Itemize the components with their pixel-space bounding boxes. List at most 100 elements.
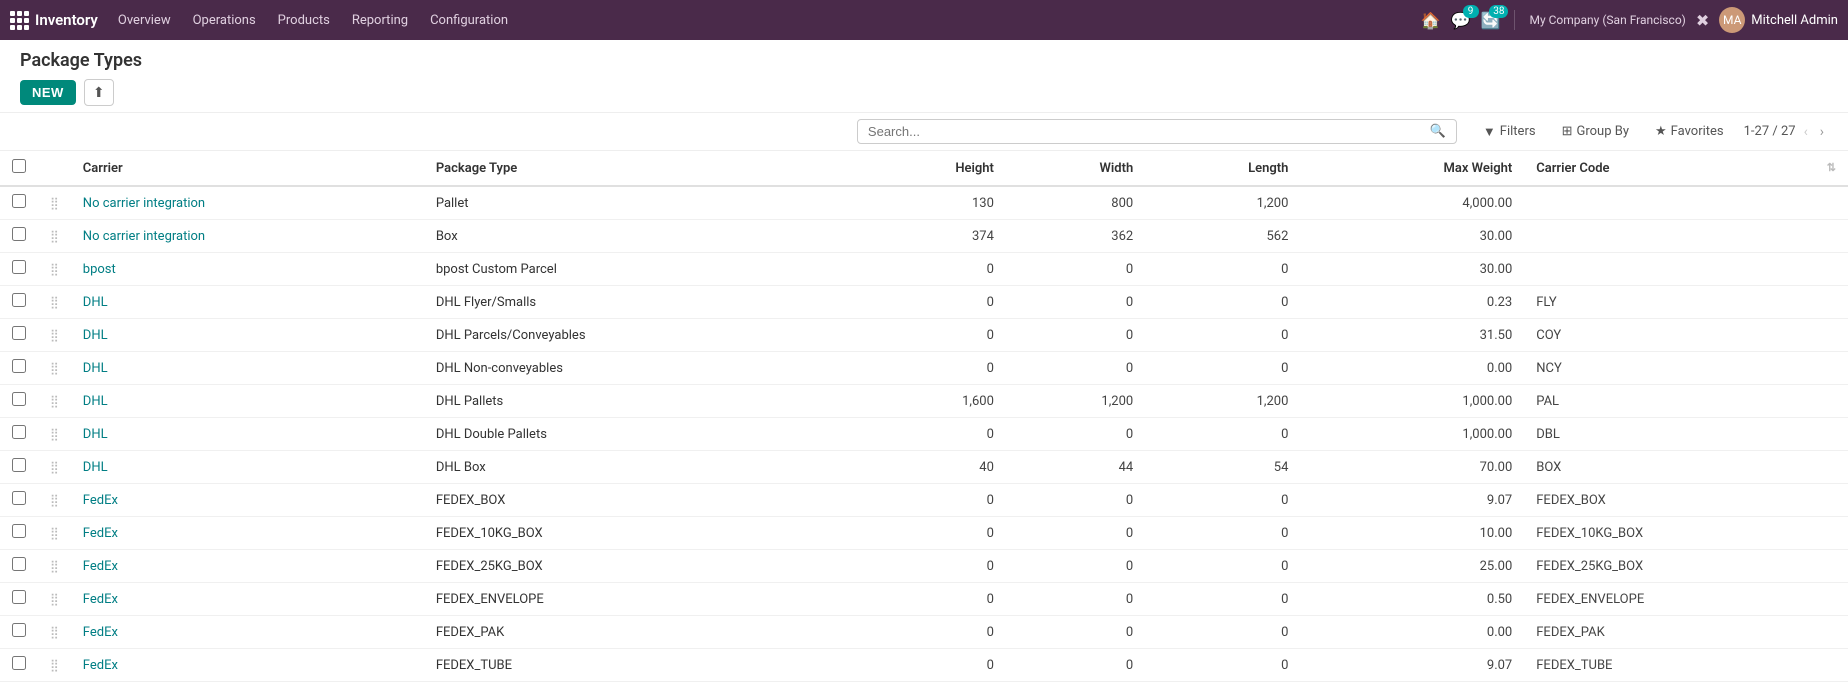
row-checkbox[interactable] bbox=[12, 227, 26, 241]
drag-handle-cell[interactable]: ⣿ bbox=[38, 220, 71, 253]
row-package-type[interactable]: DHL Pallets bbox=[424, 385, 855, 418]
row-carrier[interactable]: DHL bbox=[71, 286, 424, 319]
drag-handle-cell[interactable]: ⣿ bbox=[38, 550, 71, 583]
favorites-button[interactable]: ★ Favorites bbox=[1649, 120, 1730, 143]
menu-configuration[interactable]: Configuration bbox=[420, 9, 518, 32]
drag-handle-icon[interactable]: ⣿ bbox=[50, 526, 59, 540]
drag-handle-cell[interactable]: ⣿ bbox=[38, 616, 71, 649]
row-checkbox-cell[interactable] bbox=[0, 186, 38, 220]
row-checkbox-cell[interactable] bbox=[0, 682, 38, 686]
row-checkbox-cell[interactable] bbox=[0, 319, 38, 352]
row-carrier[interactable]: DHL bbox=[71, 319, 424, 352]
drag-handle-icon[interactable]: ⣿ bbox=[50, 460, 59, 474]
row-checkbox-cell[interactable] bbox=[0, 220, 38, 253]
row-carrier[interactable]: DHL bbox=[71, 352, 424, 385]
upload-button[interactable]: ⬆ bbox=[84, 79, 114, 106]
row-package-type[interactable]: FEDEX_YOUR_PACKAGING bbox=[424, 682, 855, 686]
row-checkbox-cell[interactable] bbox=[0, 253, 38, 286]
row-checkbox[interactable] bbox=[12, 260, 26, 274]
user-menu[interactable]: MA Mitchell Admin bbox=[1719, 7, 1838, 33]
header-carrier-code[interactable]: Carrier Code ⇅ bbox=[1524, 151, 1848, 186]
row-package-type[interactable]: FEDEX_PAK bbox=[424, 616, 855, 649]
drag-handle-cell[interactable]: ⣿ bbox=[38, 418, 71, 451]
pagination-prev[interactable]: ‹ bbox=[1800, 122, 1812, 142]
menu-products[interactable]: Products bbox=[268, 9, 340, 32]
row-checkbox-cell[interactable] bbox=[0, 550, 38, 583]
header-select-all[interactable] bbox=[0, 151, 38, 186]
app-logo[interactable]: Inventory bbox=[10, 11, 98, 30]
row-package-type[interactable]: Pallet bbox=[424, 186, 855, 220]
filters-button[interactable]: ▼ Filters bbox=[1477, 120, 1542, 144]
row-checkbox-cell[interactable] bbox=[0, 484, 38, 517]
row-carrier[interactable]: FedEx bbox=[71, 682, 424, 686]
chat-icon-btn[interactable]: 💬 9 bbox=[1451, 11, 1471, 30]
row-package-type[interactable]: DHL Flyer/Smalls bbox=[424, 286, 855, 319]
row-checkbox[interactable] bbox=[12, 656, 26, 670]
row-package-type[interactable]: bpost Custom Parcel bbox=[424, 253, 855, 286]
updates-icon-btn[interactable]: 🔄 38 bbox=[1481, 11, 1501, 30]
drag-handle-cell[interactable]: ⣿ bbox=[38, 517, 71, 550]
row-checkbox[interactable] bbox=[12, 524, 26, 538]
drag-handle-cell[interactable]: ⣿ bbox=[38, 385, 71, 418]
row-package-type[interactable]: FEDEX_TUBE bbox=[424, 649, 855, 682]
row-checkbox[interactable] bbox=[12, 425, 26, 439]
header-width[interactable]: Width bbox=[1006, 151, 1145, 186]
row-carrier[interactable]: FedEx bbox=[71, 484, 424, 517]
drag-handle-icon[interactable]: ⣿ bbox=[50, 658, 59, 672]
header-carrier[interactable]: Carrier bbox=[71, 151, 424, 186]
row-checkbox[interactable] bbox=[12, 392, 26, 406]
drag-handle-icon[interactable]: ⣿ bbox=[50, 592, 59, 606]
drag-handle-icon[interactable]: ⣿ bbox=[50, 229, 59, 243]
row-carrier[interactable]: No carrier integration bbox=[71, 186, 424, 220]
row-checkbox[interactable] bbox=[12, 623, 26, 637]
row-package-type[interactable]: FEDEX_ENVELOPE bbox=[424, 583, 855, 616]
drag-handle-cell[interactable]: ⣿ bbox=[38, 253, 71, 286]
row-checkbox-cell[interactable] bbox=[0, 451, 38, 484]
header-max-weight[interactable]: Max Weight bbox=[1300, 151, 1524, 186]
drag-handle-icon[interactable]: ⣿ bbox=[50, 262, 59, 276]
drag-handle-icon[interactable]: ⣿ bbox=[50, 328, 59, 342]
row-carrier[interactable]: FedEx bbox=[71, 649, 424, 682]
drag-handle-icon[interactable]: ⣿ bbox=[50, 394, 59, 408]
drag-handle-cell[interactable]: ⣿ bbox=[38, 583, 71, 616]
drag-handle-icon[interactable]: ⣿ bbox=[50, 196, 59, 210]
row-checkbox-cell[interactable] bbox=[0, 649, 38, 682]
row-checkbox-cell[interactable] bbox=[0, 517, 38, 550]
drag-handle-icon[interactable]: ⣿ bbox=[50, 625, 59, 639]
row-carrier[interactable]: FedEx bbox=[71, 550, 424, 583]
menu-operations[interactable]: Operations bbox=[183, 9, 266, 32]
pagination-next[interactable]: › bbox=[1816, 122, 1828, 142]
row-package-type[interactable]: FEDEX_25KG_BOX bbox=[424, 550, 855, 583]
header-package-type[interactable]: Package Type bbox=[424, 151, 855, 186]
drag-handle-cell[interactable]: ⣿ bbox=[38, 484, 71, 517]
row-checkbox[interactable] bbox=[12, 359, 26, 373]
search-bar[interactable]: 🔍 bbox=[857, 119, 1457, 144]
drag-handle-cell[interactable]: ⣿ bbox=[38, 682, 71, 686]
row-checkbox-cell[interactable] bbox=[0, 616, 38, 649]
row-package-type[interactable]: DHL Parcels/Conveyables bbox=[424, 319, 855, 352]
row-checkbox-cell[interactable] bbox=[0, 583, 38, 616]
row-checkbox[interactable] bbox=[12, 590, 26, 604]
select-all-checkbox[interactable] bbox=[12, 159, 26, 173]
row-carrier[interactable]: FedEx bbox=[71, 583, 424, 616]
row-checkbox[interactable] bbox=[12, 491, 26, 505]
drag-handle-cell[interactable]: ⣿ bbox=[38, 186, 71, 220]
drag-handle-cell[interactable]: ⣿ bbox=[38, 451, 71, 484]
group-by-button[interactable]: ⊞ Group By bbox=[1556, 120, 1635, 143]
header-height[interactable]: Height bbox=[855, 151, 1006, 186]
drag-handle-cell[interactable]: ⣿ bbox=[38, 286, 71, 319]
row-carrier[interactable]: FedEx bbox=[71, 517, 424, 550]
row-package-type[interactable]: DHL Non-conveyables bbox=[424, 352, 855, 385]
row-checkbox-cell[interactable] bbox=[0, 352, 38, 385]
row-package-type[interactable]: Box bbox=[424, 220, 855, 253]
row-carrier[interactable]: DHL bbox=[71, 418, 424, 451]
new-button[interactable]: NEW bbox=[20, 80, 76, 105]
row-carrier[interactable]: No carrier integration bbox=[71, 220, 424, 253]
drag-handle-icon[interactable]: ⣿ bbox=[50, 361, 59, 375]
row-package-type[interactable]: FEDEX_10KG_BOX bbox=[424, 517, 855, 550]
drag-handle-cell[interactable]: ⣿ bbox=[38, 352, 71, 385]
search-input[interactable] bbox=[868, 124, 1430, 139]
row-package-type[interactable]: FEDEX_BOX bbox=[424, 484, 855, 517]
row-checkbox[interactable] bbox=[12, 194, 26, 208]
row-checkbox[interactable] bbox=[12, 557, 26, 571]
